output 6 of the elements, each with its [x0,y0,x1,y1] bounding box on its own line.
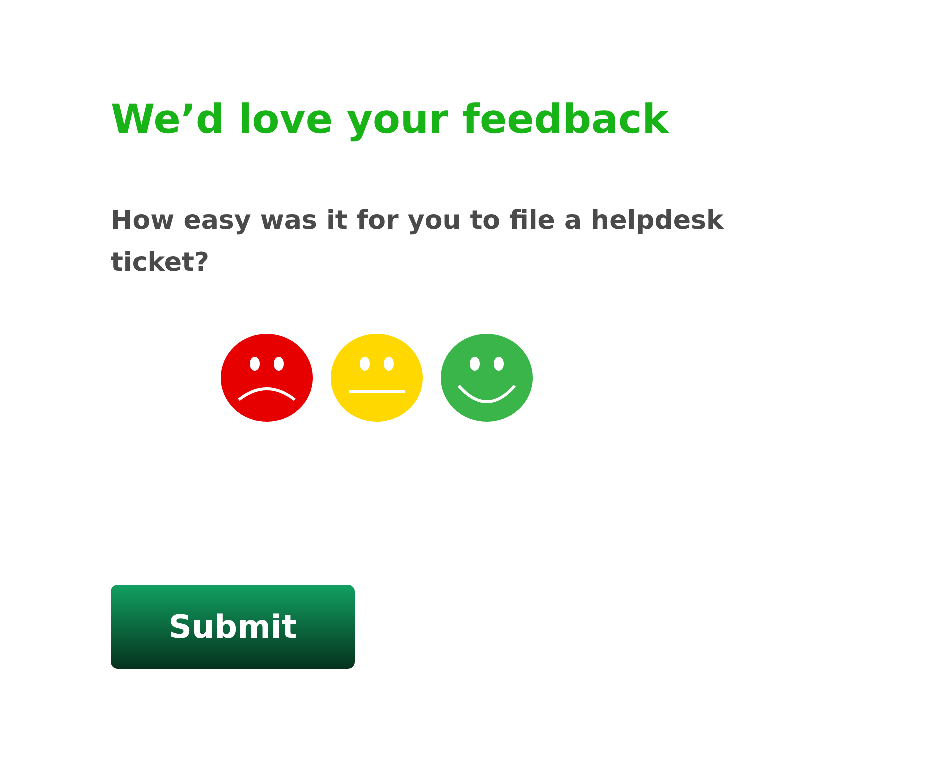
form-title: We’d love your feedback [111,96,670,145]
neutral-face-icon[interactable] [331,334,423,422]
sad-face-icon[interactable] [221,334,313,422]
question-text: How easy was it for you to file a helpdesk ticket? [111,205,726,280]
submit-button[interactable]: Submit [111,585,355,669]
happy-face-icon[interactable] [441,334,533,422]
